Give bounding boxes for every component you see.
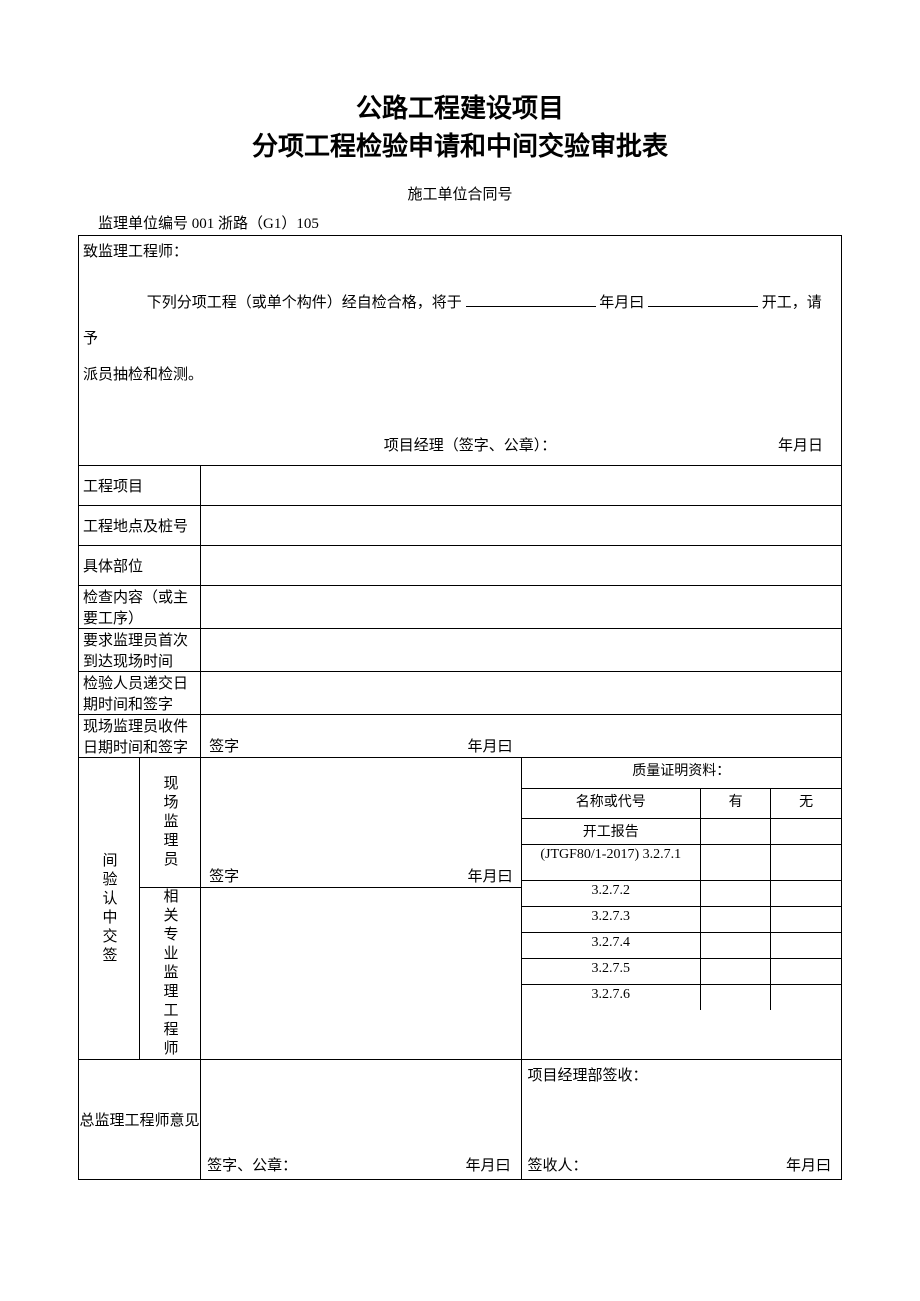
value-project[interactable]	[201, 466, 842, 506]
body-pre: 下列分项工程（或单个构件）经自检合格，将于	[147, 295, 462, 311]
signer-label: 签收人：	[528, 1154, 588, 1175]
sign-prefix-1: 签字	[209, 735, 239, 756]
quality-row-4-no[interactable]	[771, 932, 841, 958]
vlabel-sub1: 现场监理员	[160, 775, 181, 870]
sign-date-2: 年月曰	[468, 865, 513, 886]
pm-receipt-area[interactable]: 项目经理部签收： 签收人： 年月曰	[521, 1060, 841, 1180]
quality-row-2-no[interactable]	[771, 880, 841, 906]
quality-row-1-no[interactable]	[771, 844, 841, 880]
title-line-1: 公路工程建设项目	[78, 90, 842, 128]
quality-name-header: 名称或代号	[522, 788, 701, 818]
quality-row-5: 3.2.7.5	[522, 958, 701, 984]
quality-block: 质量证明资料： 名称或代号 有 无 开工报告 (JTGF80/1-2017) 3…	[521, 758, 841, 1060]
quality-row-5-no[interactable]	[771, 958, 841, 984]
vlabel-main: 间验认中交签	[99, 852, 120, 966]
quality-yes-header: 有	[700, 788, 770, 818]
reference-number: 监理单位编号 001 浙路（G1）105	[78, 212, 842, 235]
quality-row-4: 3.2.7.4	[522, 932, 701, 958]
quality-row-4-yes[interactable]	[700, 932, 770, 958]
salutation: 致监理工程师：	[83, 240, 835, 261]
value-part[interactable]	[201, 546, 842, 586]
sign-date-1: 年月曰	[468, 735, 513, 756]
chief-engineer-sign-area[interactable]: 签字、公章： 年月曰	[201, 1060, 521, 1180]
value-content[interactable]	[201, 586, 842, 629]
signer-date: 年月曰	[786, 1154, 831, 1175]
quality-row-0-yes[interactable]	[700, 818, 770, 844]
chief-engineer-label: 总监理工程师意见	[79, 1060, 201, 1180]
vlabel-sub2-cell: 相关专业监理工程师	[140, 888, 201, 1060]
label-part: 具体部位	[79, 546, 201, 586]
quality-row-6: 3.2.7.6	[522, 984, 701, 1010]
quality-row-5-yes[interactable]	[700, 958, 770, 984]
value-location[interactable]	[201, 506, 842, 546]
quality-row-2-yes[interactable]	[700, 880, 770, 906]
quality-row-1-yes[interactable]	[700, 844, 770, 880]
quality-row-3-no[interactable]	[771, 906, 841, 932]
letter-body: 下列分项工程（或单个构件）经自检合格，将于 年月曰 开工，请予 派员抽检和检测。	[83, 285, 835, 393]
sign-seal-label: 签字、公章：	[207, 1154, 297, 1175]
quality-no-header: 无	[771, 788, 841, 818]
pm-date-label: 年月日	[650, 434, 841, 455]
quality-row-0-no[interactable]	[771, 818, 841, 844]
contract-number-label: 施工单位合同号	[78, 183, 842, 204]
title-block: 公路工程建设项目 分项工程检验申请和中间交验审批表	[78, 90, 842, 165]
value-first-arrival[interactable]	[201, 629, 842, 672]
pm-signature-row: 项目经理（签字、公章）： 年月日	[79, 434, 841, 455]
label-first-arrival: 要求监理员首次到达现场时间	[79, 629, 201, 672]
label-project: 工程项目	[79, 466, 201, 506]
signature-area-2[interactable]: 签字 年月曰	[201, 888, 521, 1060]
title-line-2: 分项工程检验申请和中间交验审批表	[78, 128, 842, 166]
quality-row-0: 开工报告	[522, 818, 701, 844]
vlabel-sub2: 相关专业监理工程师	[160, 888, 181, 1059]
quality-header: 质量证明资料：	[522, 758, 841, 788]
main-form-table: 致监理工程师： 下列分项工程（或单个构件）经自检合格，将于 年月曰 开工，请予 …	[78, 235, 842, 1180]
quality-row-6-no[interactable]	[771, 984, 841, 1010]
body-mid: 年月曰	[599, 295, 644, 311]
quality-row-3: 3.2.7.3	[522, 906, 701, 932]
pm-sign-label: 项目经理（签字、公章）：	[384, 434, 651, 455]
page: 公路工程建设项目 分项工程检验申请和中间交验审批表 施工单位合同号 监理单位编号…	[0, 0, 920, 1301]
date-blank-2[interactable]	[648, 306, 758, 307]
quality-row-6-yes[interactable]	[700, 984, 770, 1010]
label-location: 工程地点及桩号	[79, 506, 201, 546]
label-site-sign: 现场监理员收件日期时间和签字	[79, 715, 201, 758]
sign-prefix-2: 签字	[209, 865, 239, 886]
quality-row-1: (JTGF80/1-2017) 3.2.7.1	[522, 844, 701, 880]
quality-row-2: 3.2.7.2	[522, 880, 701, 906]
letter-cell: 致监理工程师： 下列分项工程（或单个构件）经自检合格，将于 年月曰 开工，请予 …	[79, 236, 842, 466]
quality-row-3-yes[interactable]	[700, 906, 770, 932]
date-blank-1[interactable]	[466, 306, 596, 307]
label-inspector-sign: 检验人员递交日期时间和签字	[79, 672, 201, 715]
vlabel-main-cell: 间验认中交签	[79, 758, 140, 1060]
sign-seal-date: 年月曰	[466, 1154, 511, 1175]
vlabel-sub1-cell: 现场监理员	[140, 758, 201, 888]
quality-table: 质量证明资料： 名称或代号 有 无 开工报告 (JTGF80/1-2017) 3…	[522, 758, 841, 1010]
pm-receipt-label: 项目经理部签收：	[522, 1060, 841, 1089]
body-line2: 派员抽检和检测。	[83, 367, 203, 383]
label-content: 检查内容（或主要工序）	[79, 586, 201, 629]
value-inspector-sign[interactable]	[201, 672, 842, 715]
